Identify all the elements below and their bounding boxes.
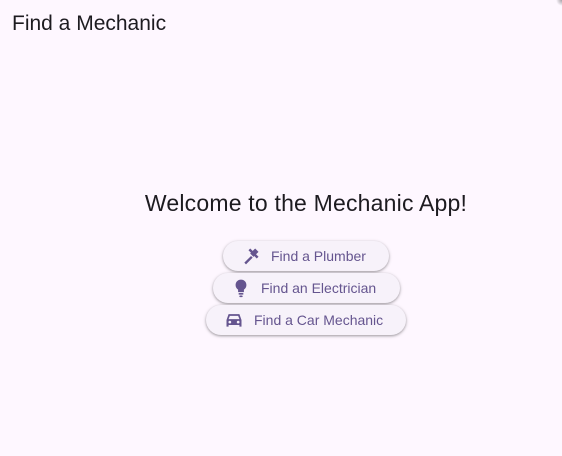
find-car-mechanic-button[interactable]: Find a Car Mechanic — [206, 305, 406, 335]
find-car-mechanic-label: Find a Car Mechanic — [254, 312, 384, 328]
main-content: Welcome to the Mechanic App! Find a Plum… — [0, 0, 562, 456]
find-plumber-label: Find a Plumber — [271, 248, 366, 264]
find-plumber-button[interactable]: Find a Plumber — [223, 241, 389, 271]
find-electrician-label: Find an Electrician — [261, 280, 377, 296]
plumbing-wrench-icon — [241, 246, 261, 266]
lightbulb-icon — [231, 278, 251, 298]
find-electrician-button[interactable]: Find an Electrician — [213, 273, 400, 303]
car-icon — [224, 310, 244, 330]
welcome-heading: Welcome to the Mechanic App! — [144, 190, 468, 216]
